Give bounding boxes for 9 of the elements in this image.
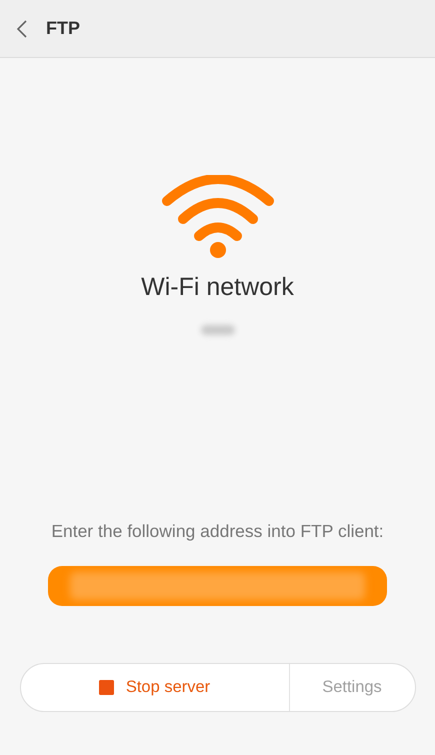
back-icon[interactable] [16,20,28,38]
stop-server-button[interactable]: Stop server [20,664,288,711]
stop-icon [98,680,114,695]
page-title: FTP [46,17,80,40]
instruction-text: Enter the following address into FTP client: [51,520,384,543]
blurred-network-name [200,324,234,334]
network-label: Wi-Fi network [141,272,294,303]
wifi-icon [160,175,274,259]
settings-button[interactable]: Settings [288,664,414,711]
